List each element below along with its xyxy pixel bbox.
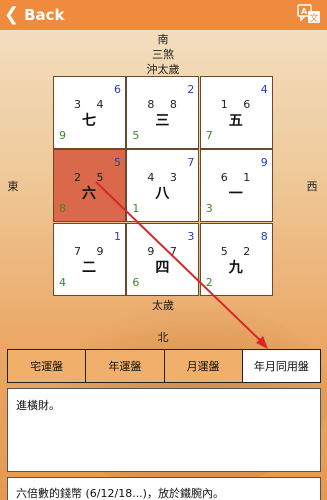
info-panel-primary: 進橫財。 <box>7 388 321 472</box>
south-note-clash-taisui: 沖太歲 <box>146 63 180 76</box>
base-star: 九 <box>228 259 243 276</box>
base-star: 二 <box>82 259 96 276</box>
annual-star: 8 <box>260 229 268 243</box>
taisui-label: 太歲 <box>152 299 174 312</box>
chart-tab[interactable]: 宅運盤 <box>8 350 87 382</box>
monthly-star: 1 <box>132 202 140 216</box>
annual-star: 1 <box>114 229 121 243</box>
palace-cell[interactable]: 6 19一3 <box>199 149 273 223</box>
palace-cell[interactable]: 9 73四6 <box>126 222 200 296</box>
chart-tab[interactable]: 月運盤 <box>165 350 243 382</box>
annual-star: 4 <box>260 83 268 96</box>
palace-cell[interactable]: 1 64五7 <box>199 76 273 149</box>
annual-star: 9 <box>260 156 268 170</box>
back-button[interactable]: ❮ Back <box>4 4 65 26</box>
palace-cell[interactable]: 2 55六8 <box>53 149 126 223</box>
monthly-star: 7 <box>205 129 213 142</box>
monthly-star: 3 <box>205 202 213 216</box>
south-label: 南 <box>157 33 169 46</box>
chart-tab[interactable]: 年運盤 <box>86 350 165 382</box>
annual-star: 7 <box>187 156 195 170</box>
svg-text:A: A <box>301 7 308 16</box>
base-star: 五 <box>228 113 243 129</box>
info-text-line2: 六倍數的錢幣 (6/12/18...)，放於鐵腕內。 <box>16 487 224 500</box>
south-note-three-sha: 三煞 <box>152 48 174 61</box>
palace-cell[interactable]: 7 91二4 <box>53 222 126 296</box>
monthly-star: 5 <box>132 129 140 142</box>
info-panel-secondary: 六倍數的錢幣 (6/12/18...)，放於鐵腕內。 <box>7 477 321 500</box>
annual-star: 3 <box>187 229 195 243</box>
palace-cell[interactable]: 3 46七9 <box>53 76 126 149</box>
base-star: 三 <box>155 113 170 129</box>
annual-star: 6 <box>114 83 121 96</box>
north-label: 北 <box>157 331 169 344</box>
flying-star-grid: 3 46七98 82三51 64五72 55六84 37八16 19一37 91… <box>53 76 273 296</box>
annual-star: 2 <box>187 83 195 96</box>
base-star: 八 <box>155 186 170 203</box>
annual-star: 5 <box>114 156 121 170</box>
palace-cell[interactable]: 8 82三5 <box>126 76 200 149</box>
top-navigation-bar: ❮ Back A 文 <box>0 0 327 30</box>
language-icon[interactable]: A 文 <box>297 3 321 27</box>
monthly-star: 2 <box>205 275 213 289</box>
east-label: 東 <box>7 180 19 193</box>
west-label: 西 <box>306 180 318 193</box>
back-label: Back <box>24 6 65 24</box>
palace-cell[interactable]: 5 28九2 <box>199 222 273 296</box>
monthly-star: 9 <box>59 129 66 142</box>
base-star: 一 <box>228 186 243 203</box>
base-star: 六 <box>82 186 96 203</box>
base-star: 七 <box>82 113 96 129</box>
chart-tab[interactable]: 年月同用盤 <box>242 350 320 382</box>
svg-text:文: 文 <box>310 12 319 24</box>
chevron-left-icon: ❮ <box>4 4 20 25</box>
base-star: 四 <box>155 259 170 276</box>
palace-cell[interactable]: 4 37八1 <box>126 149 200 223</box>
info-text-line1: 進橫財。 <box>16 399 60 412</box>
chart-tabs: 宅運盤 年運盤 月運盤 年月同用盤 <box>7 349 321 383</box>
monthly-star: 8 <box>59 202 66 216</box>
monthly-star: 6 <box>132 275 140 289</box>
monthly-star: 4 <box>59 275 66 289</box>
